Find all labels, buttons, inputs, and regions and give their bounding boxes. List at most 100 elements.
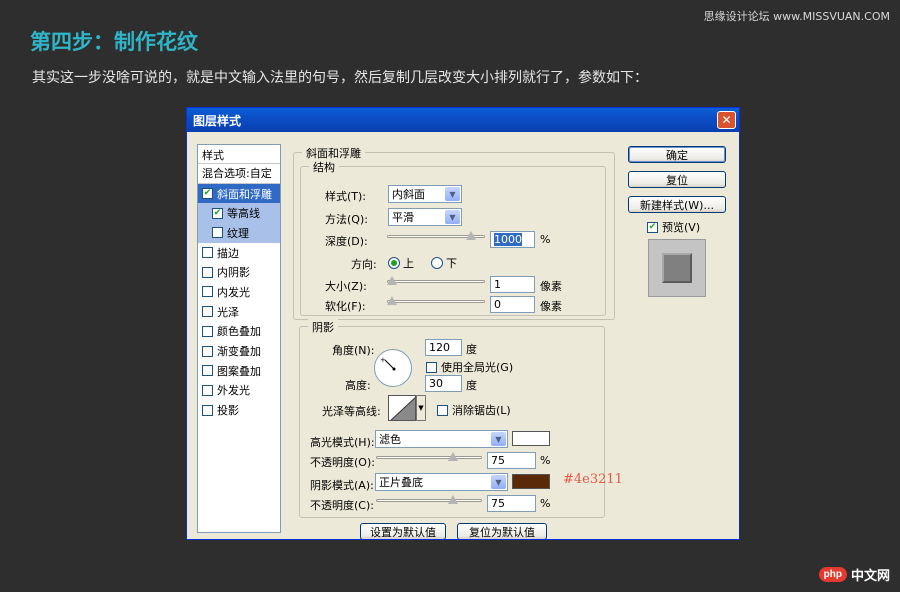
depth-slider[interactable] [387, 230, 485, 244]
size-label: 大小(Z): [325, 280, 367, 293]
style-item-label: 渐变叠加 [217, 345, 261, 359]
styles-list: 样式 混合选项:自定 ✔ 斜面和浮雕 ✔ 等高线 纹理 描边 内阴影 内发光 光泽 颜色叠加 渐变叠… [197, 144, 281, 533]
ok-button[interactable]: 确定 [628, 146, 726, 163]
direction-up-label: 上 [403, 257, 414, 270]
style-item[interactable]: 内阴影 [198, 262, 280, 282]
technique-select[interactable]: 平滑 ▼ [388, 208, 462, 226]
direction-up-radio[interactable]: 上 [388, 255, 414, 271]
check-icon[interactable]: ✔ [202, 188, 213, 200]
altitude-input[interactable]: 30 [425, 375, 462, 392]
styles-header[interactable]: 样式 [198, 145, 280, 164]
php-logo-text: 中文网 [850, 569, 890, 584]
shadow-opacity-thumb[interactable] [448, 495, 458, 504]
checkbox-icon[interactable] [202, 266, 213, 278]
style-item[interactable]: 颜色叠加 [198, 322, 280, 342]
highlight-opacity-value: 75 [491, 454, 505, 467]
style-item-label: 光泽 [217, 305, 239, 319]
highlight-opacity-input[interactable]: 75 [487, 452, 536, 469]
antialias-checkbox[interactable]: 消除锯齿(L) [437, 402, 511, 418]
bevel-style-select[interactable]: 内斜面 ▼ [388, 185, 462, 203]
shadow-opacity-slider[interactable] [376, 494, 482, 508]
radio-up-icon[interactable] [388, 257, 400, 269]
gloss-contour-label: 光泽等高线: [322, 405, 381, 418]
soften-value: 0 [494, 298, 501, 311]
style-item[interactable]: 描边 [198, 243, 280, 263]
soften-slider-thumb[interactable] [387, 296, 397, 305]
preview-checkbox[interactable]: ✔ 预览(V) [647, 219, 700, 235]
angle-dial[interactable]: + [374, 349, 412, 387]
php-badge: php [818, 567, 847, 582]
style-item[interactable]: 渐变叠加 [198, 341, 280, 361]
reset-button[interactable]: 复位 [628, 171, 726, 188]
size-input[interactable]: 1 [490, 276, 535, 293]
radio-down-icon[interactable] [431, 257, 443, 269]
depth-value: 1000 [494, 233, 522, 246]
antialias-label: 消除锯齿(L) [452, 404, 511, 417]
style-item[interactable]: 外发光 [198, 381, 280, 401]
reset-default-button[interactable]: 复位为默认值 [457, 523, 547, 539]
style-item[interactable]: 投影 [198, 400, 280, 420]
new-style-button[interactable]: 新建样式(W)... [628, 196, 726, 213]
shadow-color-swatch[interactable] [512, 474, 550, 489]
check-icon[interactable]: ✔ [647, 221, 658, 233]
watermark-top: 思缘设计论坛 www.MISSVUAN.COM [703, 10, 890, 23]
direction-down-radio[interactable]: 下 [431, 255, 457, 271]
checkbox-icon[interactable] [202, 345, 213, 357]
depth-input[interactable]: 1000 [490, 231, 535, 248]
make-default-button[interactable]: 设置为默认值 [360, 523, 446, 539]
global-light-checkbox[interactable]: 使用全局光(G) [426, 359, 513, 375]
shadow-mode-select[interactable]: 正片叠底 ▼ [375, 473, 508, 491]
size-slider[interactable] [387, 275, 485, 289]
shadow-opacity-input[interactable]: 75 [487, 495, 536, 512]
close-icon[interactable]: ✕ [717, 111, 736, 129]
style-item-label: 描边 [217, 246, 239, 260]
size-unit: 像素 [540, 280, 562, 293]
highlight-color-swatch[interactable] [512, 431, 550, 446]
preview-label: 预览(V) [662, 221, 701, 234]
soften-label: 软化(F): [325, 300, 366, 313]
highlight-opacity-slider[interactable] [376, 451, 482, 465]
style-item[interactable]: ✔ 等高线 [198, 203, 280, 224]
intro-text: 其实这一步没啥可说的，就是中文输入法里的句号，然后复制几层改变大小排列就行了，参… [32, 70, 648, 86]
contour-dropdown-icon[interactable]: ▼ [416, 395, 426, 421]
chevron-down-icon: ▼ [445, 187, 460, 201]
checkbox-icon[interactable] [202, 247, 213, 259]
style-preview [648, 239, 706, 297]
checkbox-icon[interactable] [202, 404, 213, 416]
preview-swatch [662, 253, 692, 283]
highlight-mode-select[interactable]: 滤色 ▼ [375, 430, 508, 448]
checkbox-icon[interactable] [212, 227, 223, 239]
layer-style-dialog: 图层样式 ✕ 样式 混合选项:自定 ✔ 斜面和浮雕 ✔ 等高线 纹理 描边 内阴影 内发光 光泽… [186, 107, 740, 540]
checkbox-icon[interactable] [202, 365, 213, 377]
soften-slider[interactable] [387, 295, 485, 309]
style-item-label: 内发光 [217, 285, 250, 299]
highlight-opacity-unit: % [540, 454, 551, 467]
check-icon[interactable]: ✔ [212, 207, 223, 219]
style-item[interactable]: 图案叠加 [198, 361, 280, 381]
style-item[interactable]: 光泽 [198, 302, 280, 322]
shadow-opacity-unit: % [540, 497, 551, 510]
highlight-opacity-thumb[interactable] [448, 452, 458, 461]
gloss-contour-preview[interactable] [388, 395, 416, 421]
checkbox-icon[interactable] [202, 306, 213, 318]
checkbox-icon[interactable] [202, 325, 213, 337]
soften-input[interactable]: 0 [490, 296, 535, 313]
dialog-titlebar: 图层样式 ✕ [187, 108, 739, 132]
style-item-label: 等高线 [227, 207, 260, 221]
shadow-mode-label: 阴影模式(A): [310, 479, 374, 492]
chevron-down-icon: ▼ [445, 210, 460, 224]
checkbox-icon[interactable] [426, 361, 437, 373]
blend-options-item[interactable]: 混合选项:自定 [198, 164, 280, 184]
direction-down-label: 下 [446, 257, 457, 270]
style-item-label: 外发光 [217, 384, 250, 398]
depth-slider-thumb[interactable] [466, 231, 477, 240]
style-item[interactable]: 纹理 [198, 223, 280, 243]
style-item[interactable]: 内发光 [198, 282, 280, 302]
angle-input[interactable]: 120 [425, 339, 462, 356]
checkbox-icon[interactable] [437, 404, 448, 416]
highlight-mode-label: 高光模式(H): [310, 436, 375, 449]
size-slider-thumb[interactable] [387, 276, 397, 285]
checkbox-icon[interactable] [202, 286, 213, 298]
checkbox-icon[interactable] [202, 384, 213, 396]
style-item[interactable]: ✔ 斜面和浮雕 [198, 183, 280, 204]
